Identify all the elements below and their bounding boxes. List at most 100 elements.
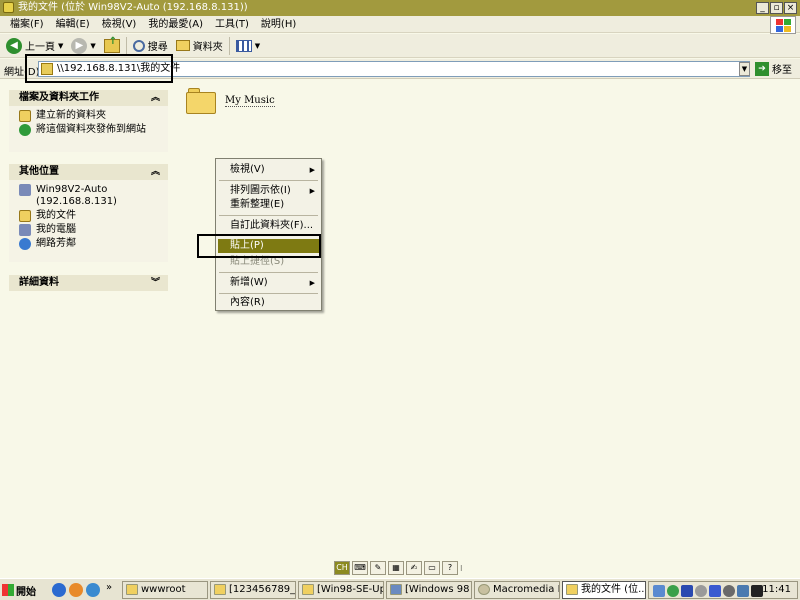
context-menu-item[interactable]: 內容(R) bbox=[218, 296, 319, 310]
menu-file[interactable]: 檔案(F) bbox=[4, 16, 50, 32]
task-button[interactable]: wwwroot bbox=[122, 581, 208, 599]
panel-header[interactable]: 詳細資料 ︾ bbox=[9, 275, 168, 291]
help-icon[interactable]: ? bbox=[442, 561, 458, 575]
update-tray-icon[interactable] bbox=[737, 585, 749, 597]
menu-separator bbox=[219, 272, 318, 273]
task-button-active[interactable]: 我的文件 (位... bbox=[562, 581, 646, 599]
language-bar: CH ⌨ ✎ ▦ ✍ ▭ ? ⁝ bbox=[334, 561, 463, 575]
media-player-icon[interactable] bbox=[69, 583, 83, 597]
tool-icon[interactable]: ✎ bbox=[370, 561, 386, 575]
link-label: Win98V2-Auto (192.168.8.131) bbox=[36, 184, 117, 207]
langbar-options-icon[interactable]: ⁝ bbox=[460, 564, 463, 573]
file-tasks-panel: 檔案及資料夾工作 ︽ 建立新的資料夾 將這個資料夾發佈到網站 bbox=[9, 90, 168, 152]
quicklaunch-more-icon[interactable]: » bbox=[106, 582, 112, 593]
context-menu-item[interactable]: 自訂此資料夾(F)... bbox=[218, 219, 319, 233]
up-folder-button[interactable]: ↑ bbox=[102, 36, 122, 56]
menu-tools[interactable]: 工具(T) bbox=[209, 16, 255, 32]
link-label: 網路芳鄰 bbox=[36, 238, 76, 249]
panel-title: 其他位置 bbox=[19, 166, 59, 177]
shield-tray-icon[interactable] bbox=[681, 585, 693, 597]
task-button[interactable]: [Windows 98 ... bbox=[386, 581, 472, 599]
browser-icon[interactable] bbox=[86, 583, 100, 597]
folder-icon bbox=[3, 2, 14, 13]
network-tray-icon[interactable] bbox=[653, 585, 665, 597]
back-button[interactable]: ◀ 上一頁 ▼ bbox=[4, 36, 65, 56]
forward-button[interactable]: ▶ ▼ bbox=[69, 36, 97, 56]
context-menu-item[interactable]: 排列圖示依(I) ▶ bbox=[218, 184, 319, 198]
computer-icon bbox=[19, 184, 31, 196]
menu-view[interactable]: 檢視(V) bbox=[96, 16, 143, 32]
antivirus-tray-icon[interactable] bbox=[723, 585, 735, 597]
title-bar: 我的文件 (位於 Win98V2-Auto (192.168.8.131)) _… bbox=[0, 0, 800, 16]
paste-highlight-box bbox=[197, 234, 321, 258]
task-button[interactable]: [123456789_U... bbox=[210, 581, 296, 599]
keyboard-icon[interactable]: ⌨ bbox=[352, 561, 368, 575]
panel-body: 建立新的資料夾 將這個資料夾發佈到網站 bbox=[9, 106, 168, 152]
go-label: 移至 bbox=[772, 65, 792, 76]
panel-body: Win98V2-Auto (192.168.8.131) 我的文件 我的電腦 網… bbox=[9, 180, 168, 262]
context-menu-item[interactable]: 重新整理(E) bbox=[218, 198, 319, 212]
collapse-icon[interactable]: ︽ bbox=[151, 164, 160, 180]
expand-icon[interactable]: ︾ bbox=[151, 275, 160, 291]
place-network-link[interactable]: 網路芳鄰 bbox=[19, 238, 158, 250]
publish-web-link[interactable]: 將這個資料夾發佈到網站 bbox=[19, 124, 158, 136]
collapse-icon[interactable]: ︽ bbox=[151, 90, 160, 106]
menu-help[interactable]: 說明(H) bbox=[255, 16, 302, 32]
other-places-panel: 其他位置 ︽ Win98V2-Auto (192.168.8.131) 我的文件… bbox=[9, 164, 168, 262]
views-button[interactable]: ▼ bbox=[234, 36, 262, 56]
windows-logo-icon bbox=[770, 16, 796, 34]
window-title: 我的文件 (位於 Win98V2-Auto (192.168.8.131)) bbox=[18, 2, 248, 13]
menu-favorites[interactable]: 我的最愛(A) bbox=[142, 16, 209, 32]
toolbar-separator bbox=[125, 36, 127, 55]
macromedia-icon bbox=[478, 584, 490, 595]
panel-header[interactable]: 檔案及資料夾工作 ︽ bbox=[9, 90, 168, 106]
go-button[interactable]: ➔ 移至 bbox=[755, 61, 792, 76]
chinese-ime-icon[interactable]: CH bbox=[334, 561, 350, 575]
minimize-button[interactable]: _ bbox=[756, 2, 769, 14]
place-my-documents-link[interactable]: 我的文件 bbox=[19, 210, 158, 222]
clock[interactable]: 11:41 bbox=[762, 584, 791, 595]
folders-icon bbox=[175, 40, 190, 51]
search-button[interactable]: 搜尋 bbox=[131, 36, 170, 56]
chevron-down-icon: ▼ bbox=[58, 41, 64, 50]
place-computer-link[interactable]: Win98V2-Auto (192.168.8.131) bbox=[19, 184, 158, 208]
close-button[interactable]: × bbox=[784, 2, 797, 14]
maximize-button[interactable]: ▫ bbox=[770, 2, 783, 14]
context-menu-item[interactable]: 新增(W) ▶ bbox=[218, 276, 319, 290]
details-panel: 詳細資料 ︾ bbox=[9, 275, 168, 291]
window-controls: _ ▫ × bbox=[756, 2, 797, 14]
security-tray-icon[interactable] bbox=[667, 585, 679, 597]
address-dropdown-button[interactable]: ▼ bbox=[739, 62, 750, 76]
volume-tray-icon[interactable] bbox=[695, 585, 707, 597]
battery-tray-icon[interactable] bbox=[709, 585, 721, 597]
place-my-computer-link[interactable]: 我的電腦 bbox=[19, 224, 158, 236]
context-menu-item[interactable]: 檢視(V) ▶ bbox=[218, 163, 319, 177]
remote-desktop-icon bbox=[390, 584, 402, 595]
folders-label: 資料夾 bbox=[192, 42, 223, 53]
views-icon bbox=[235, 39, 252, 52]
my-music-folder-icon[interactable] bbox=[186, 88, 216, 114]
forward-arrow-icon: ▶ bbox=[71, 37, 88, 54]
task-button[interactable]: [Win98-SE-Up... bbox=[298, 581, 384, 599]
folders-button[interactable]: 資料夾 bbox=[174, 36, 225, 56]
menu-bar: 檔案(F) 編輯(E) 檢視(V) 我的最愛(A) 工具(T) 說明(H) bbox=[0, 16, 800, 33]
handwriting-icon[interactable]: ✍ bbox=[406, 561, 422, 575]
start-button[interactable]: 開始 bbox=[2, 582, 36, 598]
link-label: 我的電腦 bbox=[36, 224, 76, 235]
link-label: 建立新的資料夾 bbox=[36, 110, 106, 121]
start-label: 開始 bbox=[16, 586, 36, 598]
menu-edit[interactable]: 編輯(E) bbox=[50, 16, 96, 32]
task-button[interactable]: Macromedia Fi... bbox=[474, 581, 560, 599]
internet-explorer-icon[interactable] bbox=[52, 583, 66, 597]
new-folder-link[interactable]: 建立新的資料夾 bbox=[19, 110, 158, 122]
settings-icon[interactable]: ▭ bbox=[424, 561, 440, 575]
input-tools-icon[interactable]: ▦ bbox=[388, 561, 404, 575]
folder-icon bbox=[566, 584, 578, 595]
folder-icon bbox=[214, 584, 226, 595]
search-icon bbox=[132, 39, 145, 52]
folder-label[interactable]: My Music bbox=[225, 95, 275, 107]
system-tray: 11:41 bbox=[648, 581, 798, 599]
globe-icon bbox=[19, 124, 31, 136]
link-label: 將這個資料夾發佈到網站 bbox=[36, 124, 146, 135]
panel-header[interactable]: 其他位置 ︽ bbox=[9, 164, 168, 180]
